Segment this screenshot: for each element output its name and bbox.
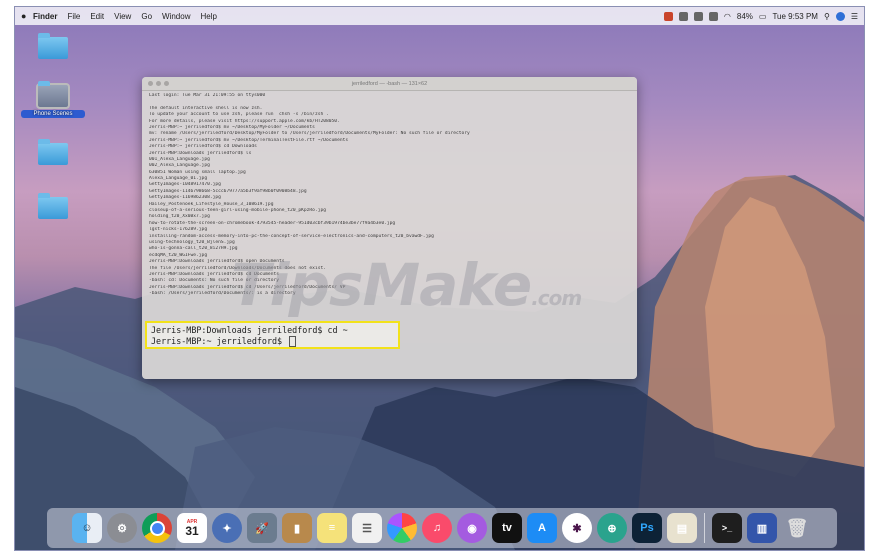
desktop-folder-3[interactable] [21, 139, 85, 176]
podcasts-icon[interactable]: ◉ [457, 513, 487, 543]
launchpad-icon[interactable]: 🚀 [247, 513, 277, 543]
battery-icon[interactable]: ▭ [759, 12, 767, 21]
textedit-icon[interactable]: ▤ [667, 513, 697, 543]
trash-icon[interactable]: 🗑 [782, 513, 812, 543]
clock[interactable]: Tue 9:53 PM [772, 12, 818, 21]
photoshop-label: Ps [640, 522, 654, 534]
sheets-icon[interactable]: ⊕ [597, 513, 627, 543]
text-cursor [289, 336, 297, 347]
desktop-folder-1[interactable] [21, 33, 85, 70]
menu-window[interactable]: Window [162, 12, 190, 21]
status-app-icon[interactable] [663, 11, 673, 21]
chrome-icon[interactable] [142, 513, 172, 543]
tv-label: tv [502, 522, 512, 534]
desktop-folder-label [21, 222, 85, 230]
terminal-output[interactable]: Last login: Tue Mar 31 21:09:55 on ttys0… [142, 91, 637, 298]
menu-go[interactable]: Go [141, 12, 152, 21]
folder-icon [38, 139, 68, 165]
calendar-day: 31 [185, 523, 199, 538]
spotlight-icon[interactable]: ⚲ [824, 12, 830, 21]
system-preferences-icon[interactable]: ⚙ [107, 513, 137, 543]
folder-icon [38, 193, 68, 219]
desktop-folder-label [21, 168, 85, 176]
desktop-folder-4[interactable] [21, 193, 85, 230]
document-stack-icon[interactable]: ▥ [747, 513, 777, 543]
siri-icon[interactable] [835, 11, 845, 21]
safari-icon[interactable]: ✦ [212, 513, 242, 543]
desktop-folder-label: Phone Scenes [21, 110, 85, 118]
app-store-icon[interactable]: A [527, 513, 557, 543]
command-line-cd-home: Jerris-MBP:Downloads jerriledford$ cd ~ [151, 325, 348, 335]
calendar-icon[interactable]: APR 31 [177, 513, 207, 543]
menu-help[interactable]: Help [200, 12, 216, 21]
desktop-folder-label [21, 62, 85, 70]
battery-percent[interactable]: 84% [737, 12, 753, 21]
contacts-icon[interactable]: ▮ [282, 513, 312, 543]
status-gear-icon[interactable] [678, 11, 688, 21]
terminal-title: jerriledford — -bash — 131×62 [351, 80, 428, 87]
terminal-titlebar[interactable]: jerriledford — -bash — 131×62 [142, 77, 637, 91]
status-area: ◠ 84% ▭ Tue 9:53 PM ⚲ ☰ [663, 11, 858, 21]
apple-tv-icon[interactable]: tv [492, 513, 522, 543]
terminal-line: -bash: /Users/jerriledford/Documents/: i… [149, 291, 296, 297]
dock: ☺ ⚙ APR 31 ✦ 🚀 ▮ ≡ ☰ ♫ ◉ tv A ✱ ⊕ Ps ▤ >_… [47, 508, 837, 548]
folder-icon [38, 33, 68, 59]
menu-file[interactable]: File [67, 12, 80, 21]
menu-bar: ● Finder File Edit View Go Window Help ◠… [15, 7, 864, 25]
reminders-icon[interactable]: ☰ [352, 513, 382, 543]
desktop-folder-phone-scenes[interactable]: Phone Scenes [21, 81, 85, 118]
photos-icon[interactable] [387, 513, 417, 543]
finder-icon[interactable]: ☺ [72, 513, 102, 543]
folder-icon [36, 81, 70, 109]
prompt-line: Jerris-MBP:~ jerriledford$ [151, 336, 288, 346]
dock-separator [704, 513, 705, 543]
notification-center-icon[interactable]: ☰ [851, 12, 858, 21]
slack-icon[interactable]: ✱ [562, 513, 592, 543]
menu-edit[interactable]: Edit [90, 12, 104, 21]
wifi-icon[interactable]: ◠ [724, 12, 731, 21]
music-icon[interactable]: ♫ [422, 513, 452, 543]
photoshop-icon[interactable]: Ps [632, 513, 662, 543]
menu-app-name[interactable]: Finder [33, 12, 57, 21]
apple-icon[interactable]: ● [21, 11, 33, 21]
highlighted-command[interactable]: Jerris-MBP:Downloads jerriledford$ cd ~ … [145, 321, 400, 349]
menu-view[interactable]: View [114, 12, 131, 21]
status-sync-icon[interactable] [693, 11, 703, 21]
terminal-icon[interactable]: >_ [712, 513, 742, 543]
terminal-window[interactable]: jerriledford — -bash — 131×62 Last login… [142, 77, 637, 379]
notes-icon[interactable]: ≡ [317, 513, 347, 543]
desktop: ● Finder File Edit View Go Window Help ◠… [14, 6, 865, 551]
airplay-icon[interactable] [708, 11, 718, 21]
